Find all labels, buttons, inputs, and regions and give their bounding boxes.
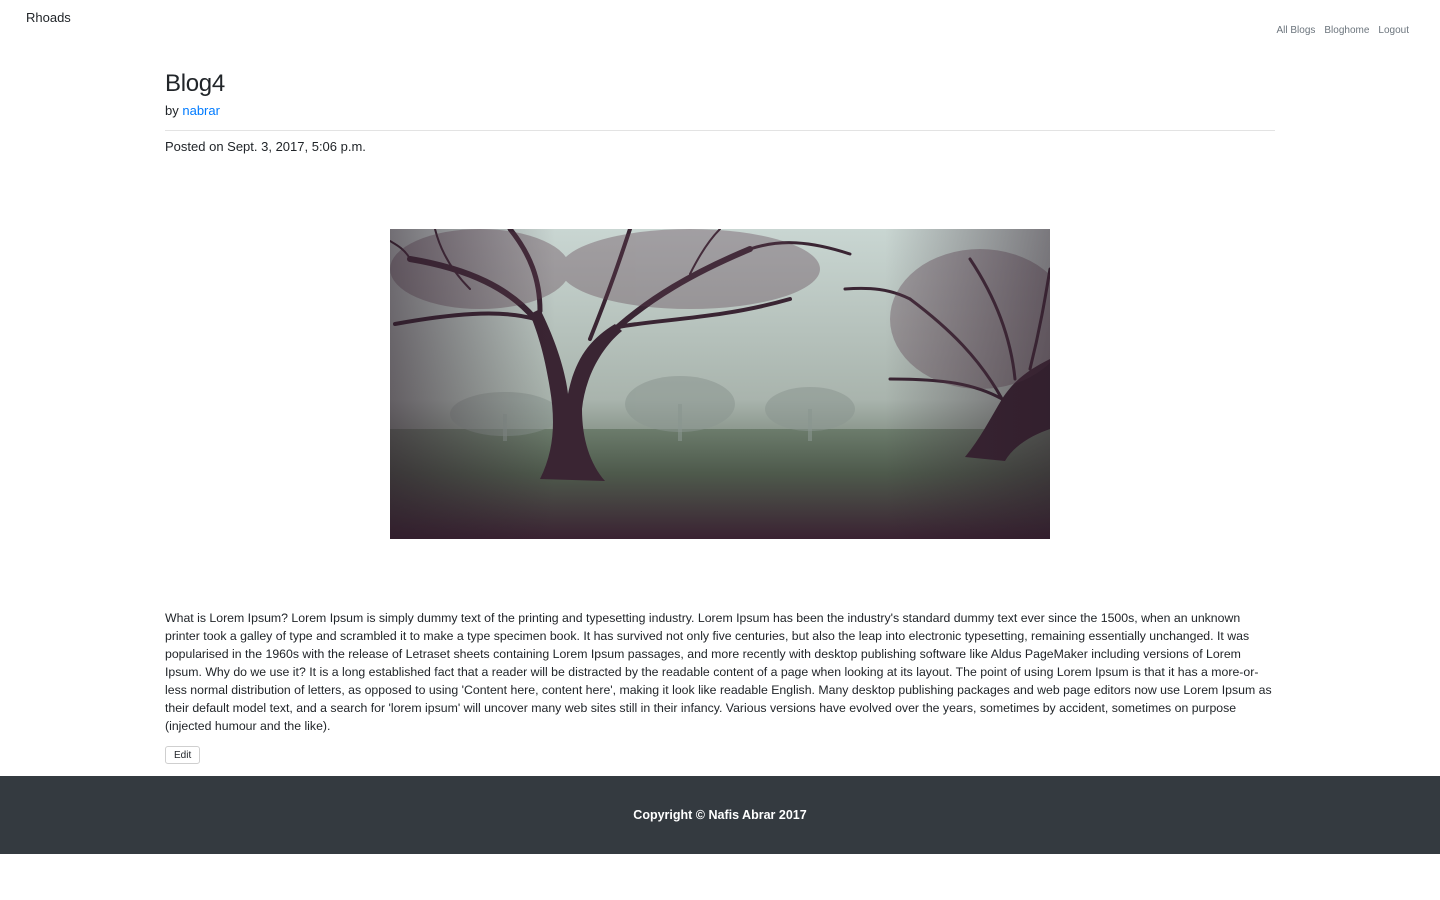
post-byline: by nabrar: [165, 103, 220, 118]
post-title: Blog4: [165, 70, 225, 97]
nav-bloghome-link[interactable]: Bloghome: [1324, 25, 1369, 36]
footer: Copyright © Nafis Abrar 2017: [0, 776, 1440, 854]
byline-prefix: by: [165, 103, 179, 118]
brand-link[interactable]: Rhoads: [26, 10, 71, 25]
post-date: Posted on Sept. 3, 2017, 5:06 p.m.: [165, 139, 366, 154]
post-body: What is Lorem Ipsum? Lorem Ipsum is simp…: [165, 611, 1272, 733]
post-image: [390, 229, 1050, 539]
edit-button[interactable]: Edit: [165, 746, 201, 764]
copyright-text: Copyright © Nafis Abrar 2017: [633, 808, 807, 822]
top-nav: All Blogs Bloghome Logout: [1276, 25, 1409, 36]
author-link[interactable]: nabrar: [182, 103, 220, 118]
divider: [165, 130, 1275, 131]
nav-all-blogs-link[interactable]: All Blogs: [1276, 25, 1315, 36]
nav-logout-link[interactable]: Logout: [1378, 25, 1409, 36]
